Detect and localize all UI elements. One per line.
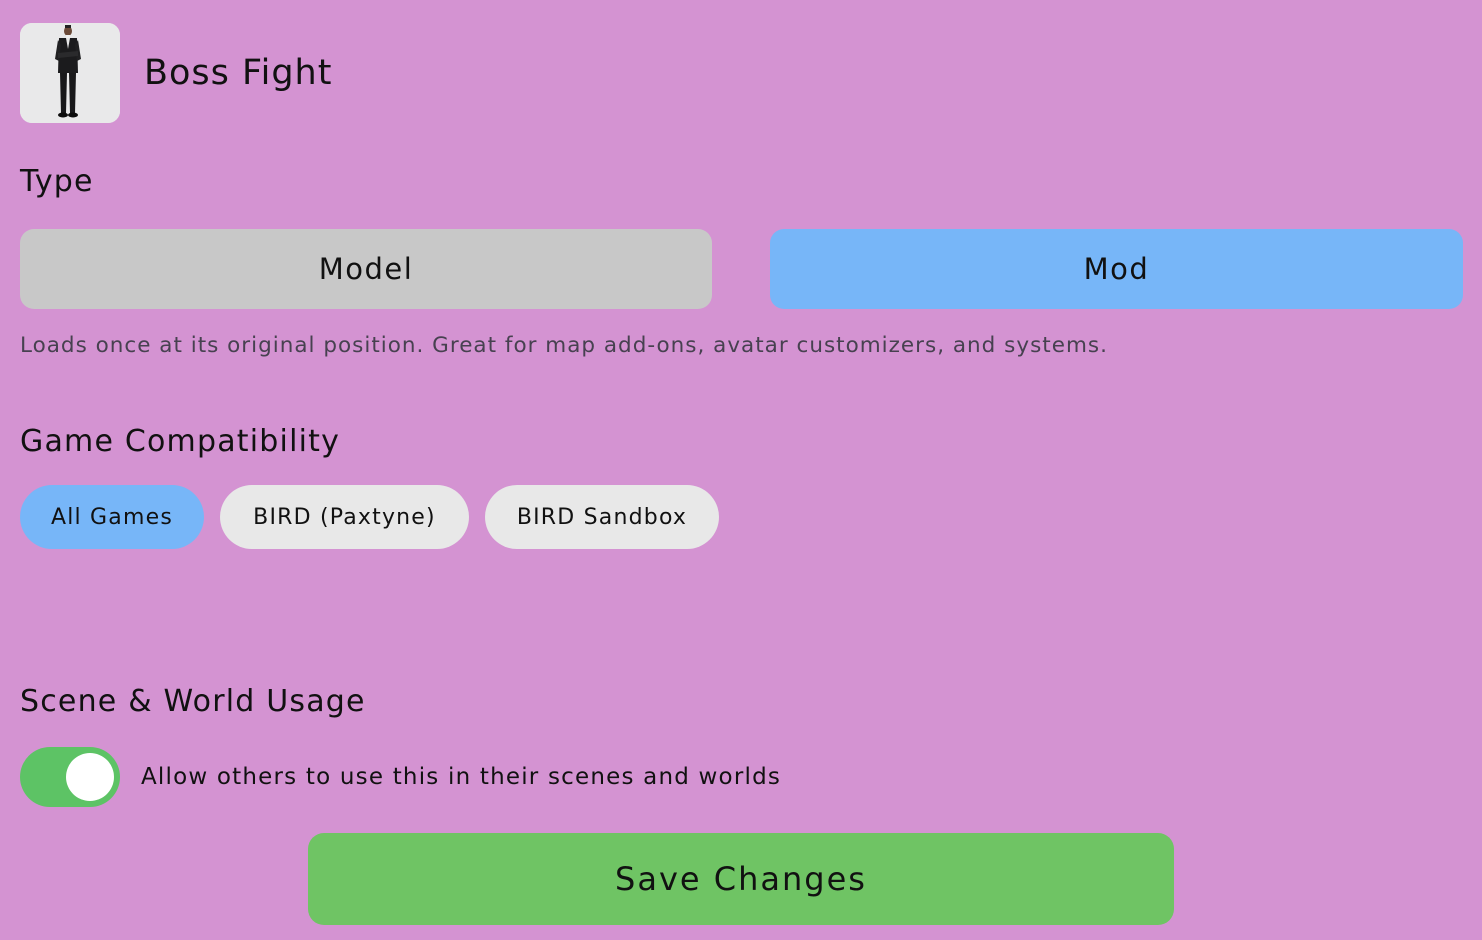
compatibility-section-label: Game Compatibility (20, 424, 341, 459)
chip-bird-paxtyne[interactable]: BIRD (Paxtyne) (220, 485, 469, 549)
type-option-label: Model (318, 252, 414, 286)
chip-label: BIRD Sandbox (516, 504, 688, 530)
person-in-suit-icon (20, 23, 120, 123)
chip-label: BIRD (Paxtyne) (253, 504, 436, 530)
chip-bird-sandbox[interactable]: BIRD Sandbox (485, 485, 719, 549)
toggle-knob (66, 753, 114, 801)
type-option-model[interactable]: Model (20, 229, 712, 309)
save-button-label: Save Changes (615, 860, 867, 898)
type-option-mod[interactable]: Mod (770, 229, 1463, 309)
chip-label: All Games (50, 504, 174, 530)
type-option-label: Mod (1083, 252, 1150, 286)
chip-all-games[interactable]: All Games (20, 485, 204, 549)
type-description: Loads once at its original position. Gre… (20, 333, 1108, 358)
allow-usage-label: Allow others to use this in their scenes… (141, 764, 782, 790)
type-section-label: Type (20, 164, 94, 199)
allow-usage-toggle[interactable] (20, 747, 120, 807)
save-changes-button[interactable]: Save Changes (308, 833, 1174, 925)
page-title: Boss Fight (144, 53, 333, 93)
thumbnail-image (20, 23, 120, 123)
scene-usage-section-label: Scene & World Usage (20, 684, 366, 719)
